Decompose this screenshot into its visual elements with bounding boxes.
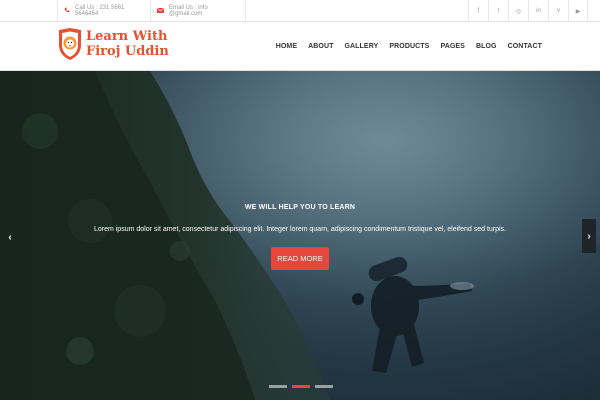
email-text: Email Us : info @gmail.com (169, 5, 208, 17)
slider-dot-3[interactable] (315, 385, 333, 388)
hero-tagline: WE WILL HELP YOU TO LEARN (244, 204, 356, 211)
nav-pages[interactable]: PAGES (440, 43, 465, 50)
youtube-icon[interactable]: ▶ (568, 0, 588, 22)
main-nav: HOME ABOUT GALLERY PRODUCTS PAGES BLOG C… (265, 22, 542, 71)
site-header: Learn With Firoj Uddin HOME ABOUT GALLER… (0, 22, 600, 71)
instagram-icon[interactable]: ◎ (508, 0, 528, 22)
nav-blog[interactable]: BLOG (476, 43, 497, 50)
read-more-button[interactable]: READ MORE (271, 247, 329, 270)
lion-shield-icon (59, 28, 81, 60)
nav-gallery[interactable]: GALLERY (344, 43, 378, 50)
nav-about[interactable]: ABOUT (308, 43, 333, 50)
nav-products[interactable]: PRODUCTS (389, 43, 429, 50)
hero-background-image (0, 71, 600, 400)
hero-slider: ‹ › WE WILL HELP YOU TO LEARN Lorem ipsu… (0, 71, 600, 400)
envelope-icon (156, 7, 165, 15)
facebook-icon[interactable]: f (468, 0, 488, 22)
phone-text: Call Us : 231 5661 5646464 (75, 5, 125, 17)
vimeo-icon[interactable]: v (548, 0, 568, 22)
slider-dot-2[interactable] (292, 385, 310, 388)
slider-next-button[interactable]: › (582, 219, 596, 253)
phone-icon (64, 7, 70, 15)
slider-pagination (269, 385, 338, 388)
social-links: f t ◎ in v ▶ (468, 0, 588, 22)
slider-dot-1[interactable] (269, 385, 287, 388)
email-contact[interactable]: Email Us : info @gmail.com (150, 0, 246, 22)
hero-description: Lorem ipsum dolor sit amet, consectetur … (93, 226, 507, 233)
nav-home[interactable]: HOME (276, 43, 297, 50)
twitter-icon[interactable]: t (488, 0, 508, 22)
logo-line-1: Learn With (86, 29, 168, 44)
top-bar: Call Us : 231 5661 5646464 Email Us : in… (0, 0, 600, 22)
linkedin-icon[interactable]: in (528, 0, 548, 22)
logo-text: Learn With Firoj Uddin (86, 29, 169, 59)
site-logo[interactable]: Learn With Firoj Uddin (57, 27, 169, 61)
nav-contact[interactable]: CONTACT (508, 43, 542, 50)
phone-contact[interactable]: Call Us : 231 5661 5646464 (57, 0, 150, 22)
logo-line-2: Firoj Uddin (86, 44, 169, 59)
